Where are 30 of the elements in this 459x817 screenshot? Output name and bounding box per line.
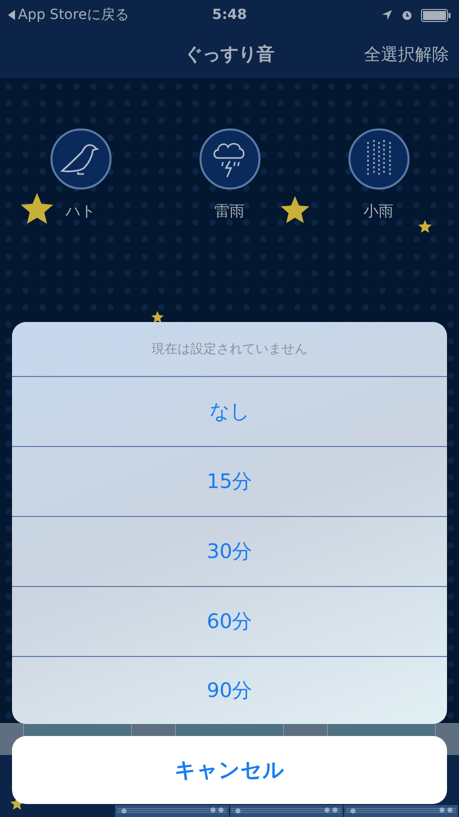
timer-option[interactable]: 90分 (12, 657, 447, 724)
timer-option[interactable]: 60分 (12, 587, 447, 657)
music-staff-icon (116, 805, 227, 814)
cancel-button[interactable]: キャンセル (12, 736, 447, 804)
location-icon (381, 9, 393, 21)
back-link[interactable]: App Storeに戻る (18, 6, 129, 24)
timer-option[interactable]: 30分 (12, 517, 447, 587)
star-icon (418, 220, 432, 234)
battery-icon (421, 8, 451, 22)
star-icon (280, 196, 310, 226)
timer-option[interactable]: 15分 (12, 447, 447, 517)
status-time: 5:48 (212, 7, 247, 23)
sheet-message: 現在は設定されていません (12, 322, 447, 377)
music-staff-icon (346, 805, 456, 814)
music-staff-icon (231, 805, 342, 814)
rain-icon[interactable] (348, 128, 410, 190)
alarm-icon (401, 9, 413, 21)
deselect-all-button[interactable]: 全選択解除 (364, 42, 449, 66)
sound-label: ハト (66, 202, 96, 221)
sound-label: 小雨 (364, 202, 394, 221)
star-icon (151, 311, 164, 324)
back-icon[interactable] (8, 10, 15, 20)
thunderstorm-icon[interactable] (198, 128, 260, 190)
screen-title: ぐっすり音 (184, 43, 274, 66)
sound-label: 雷雨 (214, 202, 244, 221)
tab-bar-item[interactable] (230, 805, 344, 817)
tab-bar-item[interactable] (344, 805, 458, 817)
bird-icon[interactable] (50, 128, 112, 190)
timer-option[interactable]: なし (12, 377, 447, 447)
tab-bar-item[interactable] (114, 805, 228, 817)
